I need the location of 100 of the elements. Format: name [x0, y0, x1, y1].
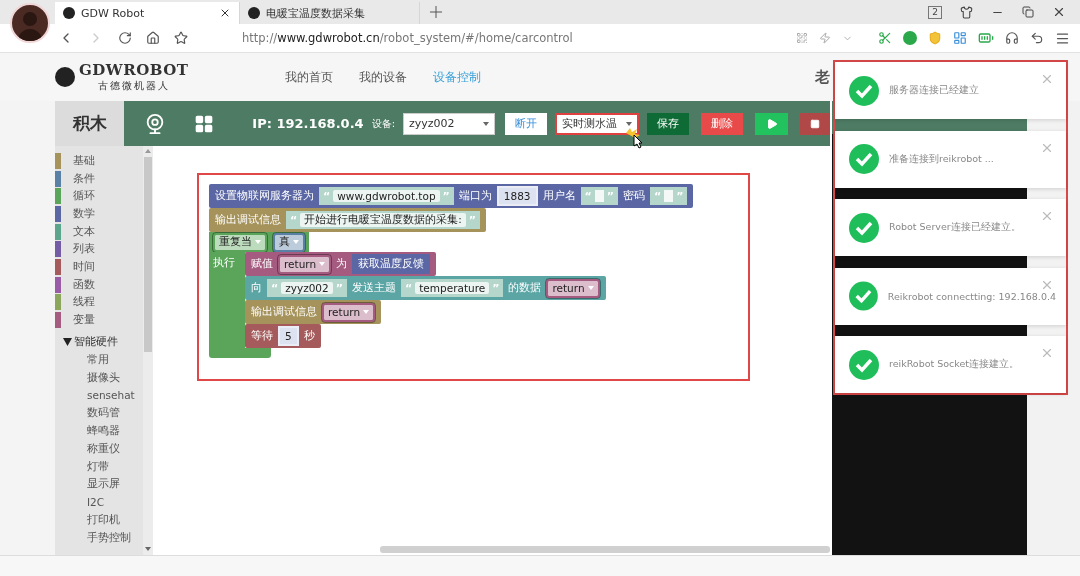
category-item[interactable]: 基础	[55, 152, 143, 170]
block-label: 赋值	[251, 257, 273, 271]
disconnect-button[interactable]: 断开	[505, 112, 547, 135]
star-icon[interactable]	[174, 31, 188, 45]
caret-icon	[626, 121, 632, 126]
variable-dropdown[interactable]: return	[278, 254, 332, 274]
home-icon[interactable]	[146, 31, 160, 45]
category-item[interactable]: 称重仪	[55, 439, 143, 458]
success-icon	[849, 75, 879, 106]
qr-icon[interactable]	[796, 32, 808, 44]
number-field[interactable]: 5	[278, 326, 299, 346]
string-value[interactable]: www.gdwrobot.top	[333, 190, 440, 202]
close-icon[interactable]	[1052, 5, 1066, 19]
expand-arrow-icon	[63, 337, 72, 346]
quote-mark: ”	[468, 213, 476, 227]
logo-subtitle: 古德微机器人	[97, 79, 170, 93]
scroll-down-icon[interactable]	[145, 547, 151, 551]
quote-mark: “	[654, 189, 662, 203]
category-item[interactable]: 打印机	[55, 511, 143, 529]
category-item[interactable]: 灯带	[55, 457, 143, 476]
string-value[interactable]: zyyz002	[281, 282, 333, 294]
save-button[interactable]: 保存	[647, 112, 689, 135]
quote-mark: “	[584, 189, 592, 203]
category-item[interactable]: 常用	[55, 350, 143, 369]
undo-icon[interactable]	[1030, 31, 1044, 45]
menu-icon[interactable]	[1055, 30, 1070, 46]
close-icon[interactable]	[219, 7, 231, 19]
category-item[interactable]: 摄像头	[55, 368, 143, 387]
category-item[interactable]: 蜂鸣器	[55, 422, 143, 440]
nav-link[interactable]: 我的首页	[285, 68, 333, 86]
caret-icon	[587, 286, 594, 290]
run-button[interactable]	[755, 112, 788, 135]
category-group[interactable]: 智能硬件	[55, 332, 143, 351]
apps-icon[interactable]	[953, 31, 967, 45]
category-item[interactable]: 数学	[55, 205, 143, 223]
nav-link[interactable]: 我的设备	[359, 68, 407, 86]
device-select[interactable]: zyyz002	[403, 112, 495, 135]
grid-icon[interactable]	[194, 113, 215, 134]
battery-icon[interactable]	[978, 30, 994, 46]
category-item[interactable]: sensehat	[55, 386, 143, 405]
shield-icon[interactable]	[928, 31, 942, 45]
stop-button[interactable]	[800, 112, 830, 135]
scroll-up-icon[interactable]	[145, 149, 151, 153]
logo-icon	[55, 67, 75, 87]
scrollbar-thumb[interactable]	[144, 157, 152, 352]
mode-select[interactable]: 实时测水温	[555, 112, 639, 135]
success-icon	[849, 281, 878, 311]
category-item[interactable]: 文本	[55, 222, 143, 241]
number-field[interactable]: 1883	[496, 186, 538, 206]
category-item[interactable]: 时间	[55, 258, 143, 276]
quote-mark: ”	[442, 189, 450, 203]
scrollbar-thumb[interactable]	[380, 546, 830, 553]
value-block: 获取温度反馈	[352, 254, 431, 274]
ip-address: IP: 192.168.0.4	[252, 116, 364, 131]
string-value[interactable]: 开始进行电暖宝温度数据的采集:	[300, 213, 466, 227]
restore-icon[interactable]	[1022, 6, 1034, 18]
category-item[interactable]: 循环	[55, 187, 143, 206]
new-tab-icon[interactable]	[430, 6, 442, 18]
category-item[interactable]: 条件	[55, 169, 143, 188]
success-icon	[849, 349, 879, 380]
device-label: 设备:	[371, 116, 395, 131]
caret-icon	[255, 240, 261, 244]
address-field[interactable]: http://www.gdwrobot.cn/robot_system/#/home/carcontrol	[242, 31, 573, 45]
block-label: 设置物联网服务器为	[215, 189, 314, 203]
play-icon	[765, 117, 778, 130]
category-item[interactable]: 变量	[55, 311, 143, 329]
browser-tab[interactable]: GDW Robot	[55, 2, 240, 24]
shirt-icon[interactable]	[960, 5, 973, 19]
delete-button[interactable]: 删除	[701, 112, 743, 135]
category-item[interactable]: 显示屏	[55, 475, 143, 494]
block-label: 秒	[303, 329, 315, 343]
block-label: 端口为	[458, 189, 492, 203]
block-label: 向	[251, 281, 262, 295]
quote-mark: ”	[606, 189, 614, 203]
caret-icon	[363, 310, 370, 314]
caret-icon	[293, 240, 299, 244]
variable-dropdown[interactable]: return	[546, 278, 600, 298]
quote-mark: “	[323, 189, 331, 203]
block-label: 等待	[251, 329, 273, 343]
variable-dropdown[interactable]: return	[322, 302, 376, 322]
category-item[interactable]: 线程	[55, 293, 143, 312]
headphones-icon[interactable]	[1005, 31, 1019, 45]
reload-icon[interactable]	[118, 31, 132, 45]
block-label: 用户名	[542, 189, 576, 203]
block-label: 执行	[213, 256, 235, 268]
empty-string-field[interactable]	[664, 190, 674, 202]
string-value[interactable]: temperature	[415, 282, 490, 294]
lightning-icon[interactable]	[819, 32, 831, 44]
scissors-icon[interactable]	[878, 31, 892, 45]
variable-dropdown[interactable]: 重复当	[213, 232, 267, 252]
variable-dropdown[interactable]: 真	[273, 232, 305, 252]
success-icon	[849, 212, 879, 243]
empty-string-field[interactable]	[594, 190, 604, 202]
notification-text: reikRobot Socket连接建立。	[889, 358, 1020, 371]
block-label: 输出调试信息	[215, 213, 281, 227]
category-item[interactable]: 列表	[55, 240, 143, 259]
category-item[interactable]: 手势控制	[55, 528, 143, 547]
category-item[interactable]: 函数	[55, 275, 143, 294]
category-item[interactable]: 数码管	[55, 404, 143, 423]
category-item[interactable]: I2C	[55, 493, 143, 512]
